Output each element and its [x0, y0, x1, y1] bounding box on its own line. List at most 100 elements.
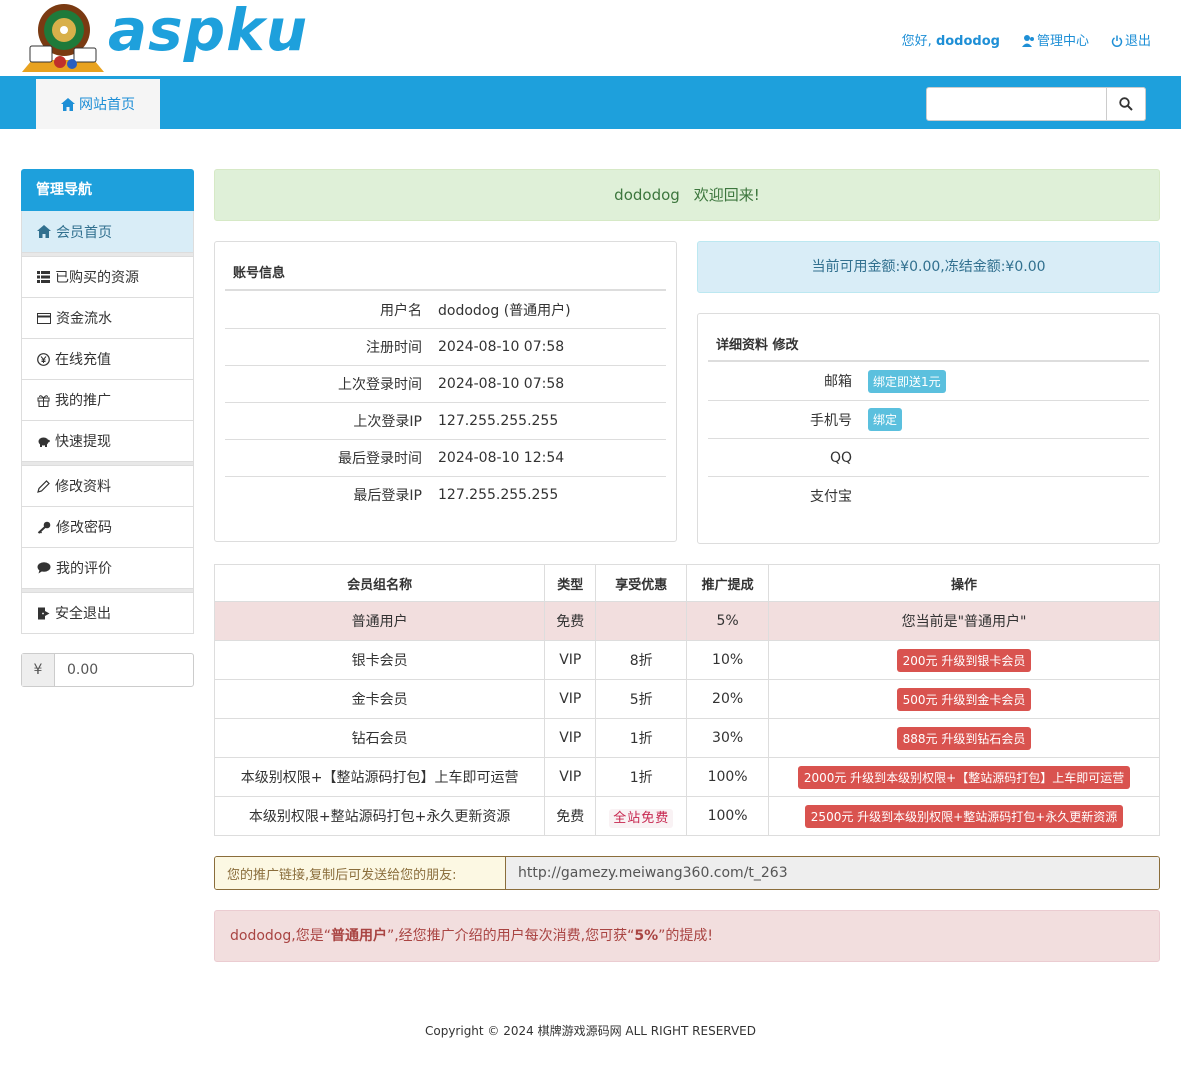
currency-symbol: ¥ [22, 654, 55, 686]
level-name: 银卡会员 [213, 640, 546, 680]
nav-home-tab[interactable]: 网站首页 [36, 79, 160, 129]
main-navbar: 网站首页 [0, 76, 1181, 129]
balance-box: ¥ 0.00 [21, 653, 194, 687]
account-row-value: 2024-08-10 12:54 [438, 450, 565, 466]
sidebar-item-withdraw[interactable]: 快速提现 [22, 420, 193, 461]
level-action-cell: 500元 升级到金卡会员 [768, 679, 1160, 719]
level-name: 金卡会员 [213, 679, 546, 719]
yen-circle-icon [37, 352, 50, 366]
profile-detail-title[interactable]: 详细资料 修改 [716, 334, 799, 353]
pencil-icon [37, 479, 50, 493]
balance-value: 0.00 [67, 662, 99, 678]
level-type: VIP [544, 679, 597, 719]
all-free-tag: 全站免费 [609, 808, 674, 828]
level-type: VIP [544, 757, 597, 797]
sidebar-item-purchased[interactable]: 已购买的资源 [22, 256, 193, 297]
sidebar-item-label: 我的评价 [56, 561, 112, 577]
account-row: 最后登录IP 127.255.255.255 [225, 476, 666, 513]
greeting-text: 您好, [901, 34, 932, 49]
username-link[interactable]: dododog [936, 34, 1000, 49]
account-row-key: 注册时间 [366, 340, 422, 356]
account-row: 注册时间 2024-08-10 07:58 [225, 328, 666, 365]
promo-link-field[interactable]: http://gamezy.meiwang360.com/t_263 [506, 857, 1159, 889]
profile-detail-panel: 详细资料 修改 邮箱 绑定即送1元 手机号 绑定 QQ 支付宝 [697, 313, 1160, 544]
list-icon [37, 271, 50, 283]
upgrade-silver-button[interactable]: 200元 升级到银卡会员 [896, 648, 1032, 672]
sidebar-item-label: 会员首页 [56, 224, 112, 241]
detail-row-key: 邮箱 [824, 374, 852, 390]
col-header-commission: 推广提成 [686, 564, 770, 602]
search-button[interactable] [1106, 87, 1146, 121]
level-type: 免费 [544, 796, 597, 836]
logout-label: 退出 [1124, 34, 1151, 49]
sidebar-item-label: 快速提现 [55, 434, 111, 450]
gift-icon [37, 394, 50, 407]
sidebar-item-recharge[interactable]: 在线充值 [22, 338, 193, 379]
greeting: 您好, dododog [902, 30, 1000, 49]
table-row: 普通用户 免费 5% 您当前是"普通用户" [213, 601, 1160, 641]
sidebar-item-logout[interactable]: 安全退出 [22, 592, 193, 633]
upgrade-lifetime-button[interactable]: 2500元 升级到本级别权限+整站源码打包+永久更新资源 [804, 804, 1124, 828]
detail-row-key: 手机号 [810, 412, 852, 429]
power-icon [1111, 35, 1123, 47]
level-discount [595, 601, 688, 641]
sidebar-item-change-password[interactable]: 修改密码 [22, 506, 193, 547]
level-discount: 1折 [595, 757, 688, 797]
account-info-title: 账号信息 [233, 266, 286, 281]
logout-icon [38, 607, 50, 619]
home-icon [37, 225, 51, 238]
comment-icon [37, 562, 51, 574]
level-type: VIP [544, 640, 597, 680]
sidebar-item-member-home[interactable]: 会员首页 [22, 211, 193, 252]
sidebar-item-promotion[interactable]: 我的推广 [22, 379, 193, 420]
member-levels-table: 会员组名称 类型 享受优惠 推广提成 操作 普通用户 免费 5% 您当前是"普通… [213, 564, 1160, 836]
sidebar-item-label: 我的推广 [55, 393, 111, 409]
table-row: 银卡会员 VIP 8折 10% 200元 升级到银卡会员 [213, 640, 1160, 680]
search-icon [1119, 97, 1133, 111]
promo-link-group: 您的推广链接,复制后可发送给您的朋友: http://gamezy.meiwan… [214, 856, 1160, 890]
notice-username: dododog [230, 928, 292, 944]
account-row-key: 上次登录时间 [338, 377, 422, 393]
table-header-row: 会员组名称 类型 享受优惠 推广提成 操作 [213, 564, 1160, 602]
detail-row-phone: 手机号 绑定 [708, 400, 1149, 438]
sidebar-item-label: 修改资料 [55, 479, 111, 495]
level-commission: 30% [686, 718, 770, 758]
sidebar: 管理导航 会员首页 已购买的资源 资金流水 在线充值 我的推广 快速提现 修改资… [21, 169, 194, 634]
upgrade-diamond-button[interactable]: 888元 升级到钻石会员 [896, 726, 1032, 750]
sidebar-item-label: 资金流水 [56, 311, 112, 327]
sidebar-item-my-reviews[interactable]: 我的评价 [22, 547, 193, 588]
table-row: 钻石会员 VIP 1折 30% 888元 升级到钻石会员 [213, 718, 1160, 758]
account-row-value: 2024-08-10 07:58 [438, 339, 565, 355]
col-header-discount: 享受优惠 [595, 564, 688, 602]
col-header-name: 会员组名称 [213, 564, 546, 602]
account-row-key: 最后登录IP [353, 488, 422, 504]
credit-card-icon [37, 312, 51, 324]
sidebar-item-funds-flow[interactable]: 资金流水 [22, 297, 193, 338]
logout-link[interactable]: 退出 [1111, 30, 1151, 49]
level-action-cell: 2500元 升级到本级别权限+整站源码打包+永久更新资源 [768, 796, 1160, 836]
upgrade-gold-button[interactable]: 500元 升级到金卡会员 [896, 687, 1032, 711]
level-commission: 100% [686, 757, 770, 797]
sidebar-item-label: 修改密码 [56, 520, 112, 536]
admin-center-link[interactable]: 管理中心 [1021, 30, 1089, 49]
detail-row-key: 支付宝 [810, 488, 852, 505]
level-action-cell: 888元 升级到钻石会员 [768, 718, 1160, 758]
level-action-cell: 2000元 升级到本级别权限+【整站源码打包】上车即可运营 [768, 757, 1160, 797]
bind-email-badge[interactable]: 绑定即送1元 [868, 369, 946, 393]
notice-text-1: ,您是“ [291, 928, 331, 944]
piggy-bank-icon [38, 437, 50, 447]
level-name: 普通用户 [213, 601, 546, 641]
footer-copyright: Copyright © 2024 棋牌游戏源码网 ALL RIGHT RESER… [424, 1024, 756, 1038]
user-links: 您好, dododog 管理中心 退出 [902, 30, 1151, 49]
col-header-type: 类型 [544, 564, 597, 602]
table-row: 本级别权限+整站源码打包+永久更新资源 免费 全站免费 100% 2500元 升… [213, 796, 1160, 836]
sidebar-item-edit-profile[interactable]: 修改资料 [22, 465, 193, 506]
col-header-action: 操作 [768, 564, 1160, 602]
account-row-value: 127.255.255.255 [438, 487, 559, 503]
admin-center-label: 管理中心 [1036, 34, 1089, 49]
welcome-message: 欢迎回来! [693, 186, 760, 204]
site-logo[interactable]: aspku [20, 0, 320, 74]
bind-phone-badge[interactable]: 绑定 [868, 408, 903, 431]
upgrade-source-pack-button[interactable]: 2000元 升级到本级别权限+【整站源码打包】上车即可运营 [797, 765, 1131, 789]
welcome-alert: dododog 欢迎回来! [214, 169, 1160, 221]
